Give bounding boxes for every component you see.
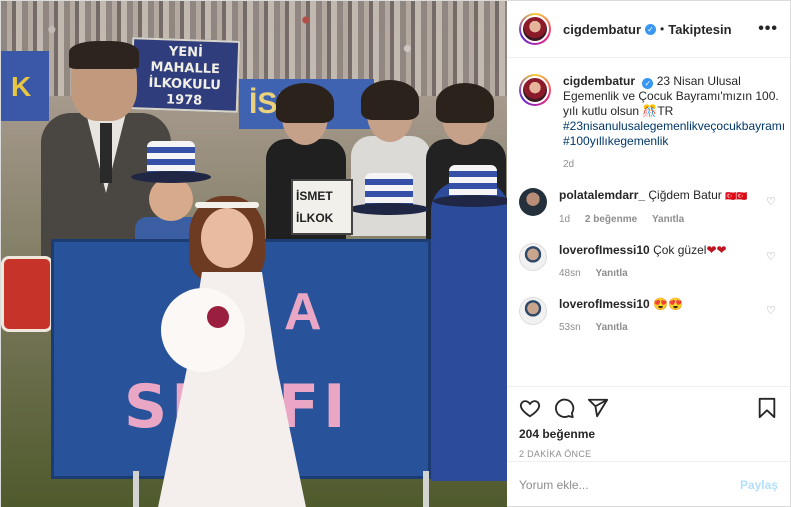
comment-avatar[interactable] (519, 243, 547, 271)
likes-count[interactable]: 204 beğenme (519, 427, 778, 441)
verified-badge-icon: ✓ (645, 23, 657, 35)
separator: • (660, 22, 665, 36)
comment-like-heart-icon[interactable]: ♡ (766, 305, 778, 317)
reply-button[interactable]: Yanıtla (652, 214, 684, 225)
comment-avatar[interactable] (519, 188, 547, 216)
add-comment-bar: Paylaş (507, 461, 790, 507)
caption-username[interactable]: cigdembatur (563, 74, 635, 88)
reply-button[interactable]: Yanıtla (595, 268, 627, 279)
post-timestamp[interactable]: 2 DAKİKA ÖNCE (519, 449, 778, 459)
comment-time[interactable]: 1d (559, 214, 570, 225)
comment-item: loverofImessi10 😍😍 53sn Yanıtla ♡ (519, 297, 778, 335)
comments-section: cigdembatur ✓ 23 Nisan Ulusal Egemenlik … (507, 58, 790, 386)
comment-input[interactable] (519, 478, 740, 492)
post-comment-button[interactable]: Paylaş (740, 478, 778, 492)
comment-text: Çok güzel (653, 243, 707, 257)
confetti-flag-emoji: 🎊TR (642, 104, 674, 118)
post-side-panel: cigdembatur ✓ • Takiptesin ••• cigdembat… (507, 1, 790, 507)
comment-like-heart-icon[interactable]: ♡ (766, 251, 778, 263)
reply-button[interactable]: Yanıtla (595, 322, 627, 333)
heart-eyes-emoji: 😍😍 (653, 297, 683, 311)
caption-avatar[interactable] (519, 74, 551, 106)
comment-time[interactable]: 48sn (559, 268, 581, 279)
post-photo[interactable]: K YENİ MAHALLE İLKOKULU 1978 İSMET İLKOK… (1, 1, 507, 507)
profile-avatar[interactable] (519, 13, 551, 45)
child-hat (349, 169, 429, 239)
instagram-post: K YENİ MAHALLE İLKOKULU 1978 İSMET İLKOK… (0, 0, 791, 507)
comment-item: polatalemdarr_ Çiğdem Batur 🇹🇷🇹🇷 1d 2 be… (519, 188, 778, 227)
caption: cigdembatur ✓ 23 Nisan Ulusal Egemenlik … (519, 74, 785, 172)
child-hat-2 (433, 161, 507, 231)
comment-avatar[interactable] (519, 297, 547, 325)
following-status-button[interactable]: Takiptesin (668, 22, 731, 37)
comment-time[interactable]: 53sn (559, 322, 581, 333)
post-actions: 204 beğenme 2 DAKİKA ÖNCE (507, 386, 790, 461)
banner-pole-left (133, 471, 139, 507)
comment-username[interactable]: loverofImessi10 (559, 297, 650, 311)
caption-time[interactable]: 2d (563, 159, 574, 170)
more-options-icon[interactable]: ••• (758, 20, 778, 38)
comment-like-heart-icon[interactable]: ♡ (766, 196, 778, 208)
bookmark-icon[interactable] (756, 397, 778, 419)
comment-item: loverofImessi10 Çok güzel❤❤ 48sn Yanıtla… (519, 243, 778, 281)
post-header: cigdembatur ✓ • Takiptesin ••• (507, 1, 790, 58)
profile-username[interactable]: cigdembatur (563, 22, 641, 37)
verified-badge-icon: ✓ (642, 78, 654, 89)
comment-likes[interactable]: 2 beğenme (585, 214, 637, 225)
heart-icon[interactable] (519, 397, 541, 419)
share-icon[interactable] (587, 397, 609, 419)
girl-in-white-dress (151, 196, 311, 507)
caption-hashtags[interactable]: #23nisanulusalegemenlikveçocukbayramı #1… (563, 119, 785, 148)
comment-icon[interactable] (553, 397, 575, 419)
flag-emoji: 🇹🇷🇹🇷 (725, 191, 748, 201)
comment-username[interactable]: loverofImessi10 (559, 243, 650, 257)
banner-pole-right (423, 471, 429, 507)
drum (1, 256, 53, 332)
red-hearts-emoji: ❤❤ (706, 243, 727, 257)
comment-username[interactable]: polatalemdarr_ (559, 188, 645, 202)
comment-text: Çiğdem Batur (648, 188, 722, 202)
